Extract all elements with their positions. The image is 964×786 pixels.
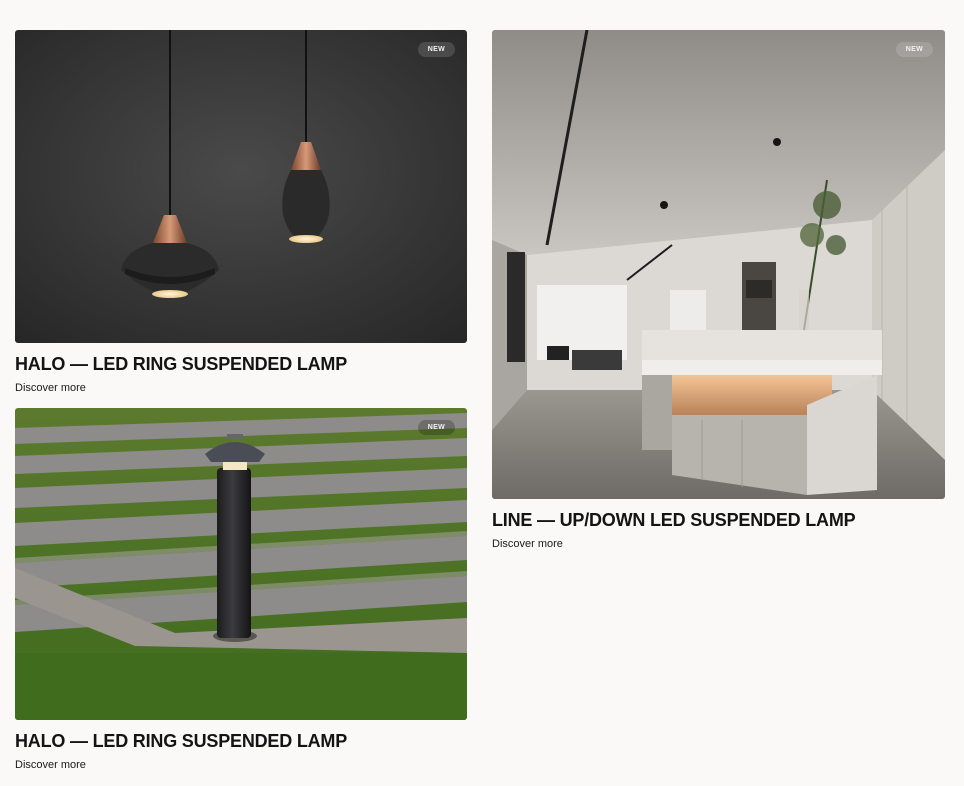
new-badge: NEW xyxy=(895,42,933,57)
new-badge: NEW xyxy=(417,420,455,435)
product-title[interactable]: HALO — LED RING SUSPENDED LAMP xyxy=(15,353,467,375)
discover-more-link[interactable]: Discover more xyxy=(15,381,86,395)
kitchen-island-interior-photo xyxy=(492,30,945,499)
product-image-halo-bollard[interactable]: NEW xyxy=(15,408,467,720)
product-title[interactable]: HALO — LED RING SUSPENDED LAMP xyxy=(15,730,467,752)
product-card: NEW LINE — UP/DOWN LED SUSPENDED LAMP Di… xyxy=(492,30,945,552)
new-badge: NEW xyxy=(417,42,455,57)
discover-more-link[interactable]: Discover more xyxy=(15,758,86,772)
garden-bollard-lamp-photo xyxy=(15,408,467,720)
discover-more-link[interactable]: Discover more xyxy=(492,537,563,551)
product-image-line-interior[interactable]: NEW xyxy=(492,30,945,499)
product-card: NEW HALO — LED RING SUSPENDED LAMP Disco… xyxy=(15,30,467,396)
product-card: NEW HALO — LED RING SUSPENDED LAMP Disco… xyxy=(15,408,467,773)
product-image-halo-pendants[interactable]: NEW xyxy=(15,30,467,343)
pendant-lamps-photo xyxy=(15,30,467,343)
product-title[interactable]: LINE — UP/DOWN LED SUSPENDED LAMP xyxy=(492,509,945,531)
